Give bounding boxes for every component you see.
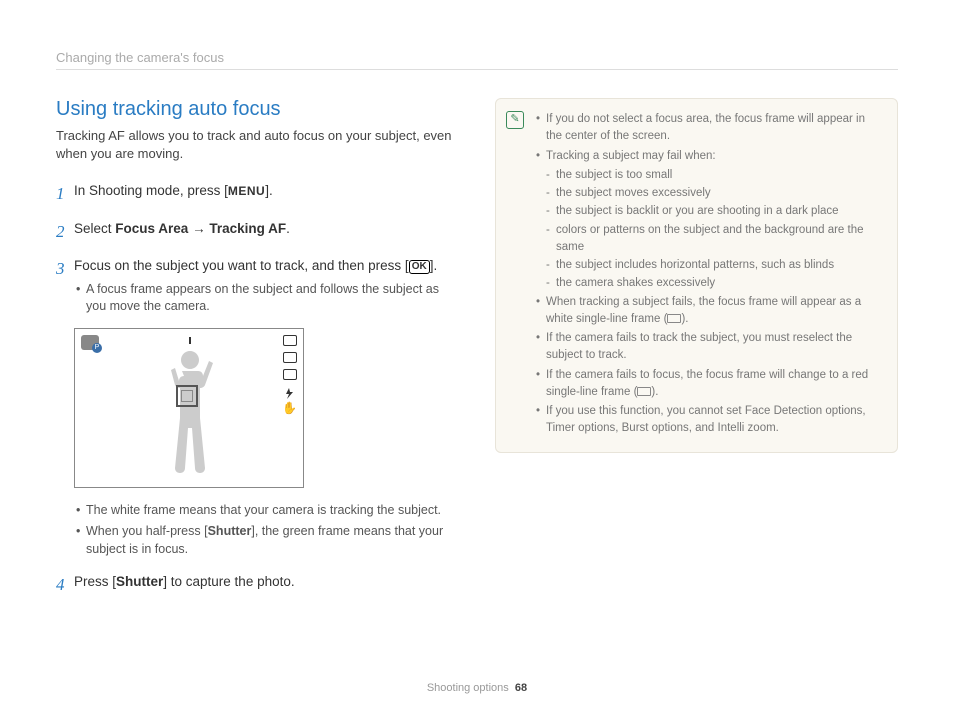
white-frame-note: The white frame means that your camera i… bbox=[74, 502, 459, 520]
menu-icon: MENU bbox=[228, 184, 265, 198]
storage-icon bbox=[283, 352, 297, 363]
left-column: Using tracking auto focus Tracking AF al… bbox=[56, 98, 459, 610]
p-mode-badge-icon bbox=[81, 335, 99, 350]
note-5-post: ). bbox=[651, 386, 658, 398]
note-4: If the camera fails to track the subject… bbox=[536, 330, 883, 365]
note-box: ✎ If you do not select a focus area, the… bbox=[495, 98, 898, 453]
footer-section: Shooting options bbox=[427, 682, 509, 694]
step-3: 3 Focus on the subject you want to track… bbox=[56, 256, 459, 315]
step-1: 1 In Shooting mode, press [MENU]. bbox=[56, 181, 459, 207]
step-3-pre: Focus on the subject you want to track, … bbox=[74, 258, 409, 273]
note-2b: the subject moves excessively bbox=[536, 185, 883, 202]
note-2a: the subject is too small bbox=[536, 167, 883, 184]
note-2f: the camera shakes excessively bbox=[536, 275, 883, 292]
step-number: 1 bbox=[56, 181, 74, 207]
step-1-text-post: ]. bbox=[265, 183, 273, 198]
focus-area-label: Focus Area bbox=[115, 221, 188, 236]
note-3: When tracking a subject fails, the focus… bbox=[536, 294, 883, 329]
flash-icon bbox=[283, 386, 297, 397]
step-4: 4 Press [Shutter] to capture the photo. bbox=[56, 572, 459, 598]
note-6: If you use this function, you cannot set… bbox=[536, 403, 883, 438]
metering-icon bbox=[283, 369, 297, 380]
stabilizer-icon: ✋ bbox=[282, 403, 297, 414]
note-icon: ✎ bbox=[506, 111, 524, 129]
white-frame-icon bbox=[667, 314, 681, 323]
step-4-pre: Press [ bbox=[74, 574, 116, 589]
note-2c: the subject is backlit or you are shooti… bbox=[536, 203, 883, 220]
page-footer: Shooting options 68 bbox=[0, 682, 954, 694]
note-2: Tracking a subject may fail when: bbox=[536, 148, 883, 165]
step-number: 4 bbox=[56, 572, 74, 598]
focus-frame-icon bbox=[176, 385, 198, 407]
shutter-label: Shutter bbox=[208, 524, 252, 538]
step-4-post: ] to capture the photo. bbox=[163, 574, 294, 589]
top-indicator-icon bbox=[189, 337, 191, 344]
note-3-pre: When tracking a subject fails, the focus… bbox=[546, 296, 861, 325]
arrow: → bbox=[188, 221, 209, 236]
tracking-af-label: Tracking AF bbox=[209, 221, 286, 236]
page-number: 68 bbox=[515, 682, 527, 694]
right-column: ✎ If you do not select a focus area, the… bbox=[495, 98, 898, 610]
green-frame-pre: When you half-press [ bbox=[86, 524, 208, 538]
note-5-pre: If the camera fails to focus, the focus … bbox=[546, 369, 868, 398]
shutter-label: Shutter bbox=[116, 574, 163, 589]
person-silhouette-icon bbox=[160, 351, 220, 476]
step-number: 2 bbox=[56, 219, 74, 245]
intro-text: Tracking AF allows you to track and auto… bbox=[56, 127, 459, 163]
content-columns: Using tracking auto focus Tracking AF al… bbox=[56, 98, 898, 610]
note-1: If you do not select a focus area, the f… bbox=[536, 111, 883, 146]
note-2d: colors or patterns on the subject and th… bbox=[536, 222, 883, 257]
status-icons-column: ✋ bbox=[282, 335, 297, 414]
step-3-sub: A focus frame appears on the subject and… bbox=[74, 281, 459, 316]
step-2-post: . bbox=[286, 221, 290, 236]
step-1-text-pre: In Shooting mode, press [ bbox=[74, 183, 228, 198]
header-rule bbox=[56, 69, 898, 70]
battery-icon bbox=[283, 335, 297, 346]
step-3-post: ]. bbox=[430, 258, 438, 273]
camera-screen-illustration: ✋ bbox=[74, 328, 304, 488]
ok-icon: OK bbox=[409, 260, 430, 274]
step-2-pre: Select bbox=[74, 221, 115, 236]
note-2e: the subject includes horizontal patterns… bbox=[536, 257, 883, 274]
note-5: If the camera fails to focus, the focus … bbox=[536, 367, 883, 402]
breadcrumb: Changing the camera's focus bbox=[56, 50, 898, 65]
red-frame-icon bbox=[637, 387, 651, 396]
green-frame-note: When you half-press [Shutter], the green… bbox=[74, 523, 459, 558]
step-number: 3 bbox=[56, 256, 74, 315]
note-3-post: ). bbox=[681, 313, 688, 325]
section-title: Using tracking auto focus bbox=[56, 98, 459, 121]
step-2: 2 Select Focus Area → Tracking AF. bbox=[56, 219, 459, 245]
